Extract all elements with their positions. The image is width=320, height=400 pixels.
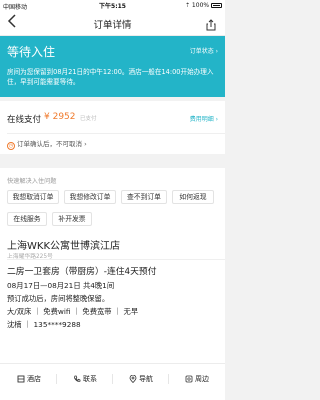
hotel-card: 上海WKK公寓世博滨江店 上海耀华路225号 二房一卫套房（带厨房）-连住4天预… <box>0 229 225 379</box>
guest-contact: 沈楠 ｜ 135****9288 <box>7 320 81 329</box>
cashback-help-button[interactable]: 如何返现 <box>172 190 214 204</box>
modify-order-button[interactable]: 我想修改订单 <box>64 190 116 204</box>
online-service-button[interactable]: 在线服务 <box>7 212 47 226</box>
map-icon <box>185 375 193 383</box>
contact-action-label: 联系 <box>83 375 97 383</box>
paid-badge: 已支付 <box>80 116 97 122</box>
page-title: 订单详情 <box>93 20 132 31</box>
divider <box>7 133 225 134</box>
divider <box>56 374 57 384</box>
phone-icon <box>74 375 81 382</box>
clock-icon: ◷ <box>7 142 15 150</box>
nav-bar: 订单详情 <box>0 10 225 36</box>
battery-indicator: ⇡ 100% <box>185 2 222 9</box>
cancel-policy-text: 订单确认后，不可取消 › <box>17 140 87 148</box>
order-status-title: 等待入住 <box>7 45 56 59</box>
order-status-description: 房间为您保留到08月21日的中午12:00。酒店一般在14:00开始办理入住，早… <box>7 68 214 86</box>
payment-label: 在线支付 <box>7 115 42 125</box>
reservation-note: 预订成功后，房间将整晚保留。 <box>7 294 110 303</box>
hotel-action-button[interactable]: 酒店 <box>4 372 54 386</box>
order-not-found-button[interactable]: 查不到订单 <box>121 190 167 204</box>
hotel-action-label: 酒店 <box>27 375 41 383</box>
battery-icon <box>211 3 222 8</box>
room-amenities: 大/双床 ｜ 免费wifi ｜ 免费宽带 ｜ 无早 <box>7 307 139 316</box>
bottom-action-bar: 酒店 联系 导航 周边 <box>0 363 225 400</box>
cancel-policy-link[interactable]: ◷ 订单确认后，不可取消 › <box>7 138 87 150</box>
nearby-action-button[interactable]: 周边 <box>172 372 222 386</box>
status-bar: 中国移动 下午5:15 ⇡ 100% <box>0 0 225 11</box>
quick-help-heading: 快速解决入住问题 <box>7 178 57 185</box>
cancel-order-button[interactable]: 我想取消订单 <box>7 190 59 204</box>
payment-card: 在线支付 ¥ 2952 已支付 费用明细 › ◷ 订单确认后，不可取消 › <box>0 101 225 154</box>
order-status-link[interactable]: 订单状态 › <box>190 46 218 55</box>
contact-action-button[interactable]: 联系 <box>60 372 110 386</box>
share-icon[interactable] <box>205 16 217 31</box>
nearby-action-label: 周边 <box>195 375 209 383</box>
battery-text: ⇡ 100% <box>185 2 211 9</box>
navigation-action-label: 导航 <box>139 375 153 383</box>
divider <box>168 374 169 384</box>
room-type: 二房一卫套房（带厨房）-连住4天预付 <box>7 267 157 277</box>
hotel-name[interactable]: 上海WKK公寓世博滨江店 <box>7 237 120 252</box>
order-status-banner: 等待入住 订单状态 › 房间为您保留到08月21日的中午12:00。酒店一般在1… <box>0 36 225 97</box>
payment-amount: ¥ 2952 <box>44 112 76 122</box>
navigation-action-button[interactable]: 导航 <box>116 372 166 386</box>
location-pin-icon <box>129 375 137 383</box>
divider <box>7 259 225 260</box>
divider <box>112 374 113 384</box>
fee-detail-link[interactable]: 费用明细 › <box>190 114 218 123</box>
hotel-icon <box>17 375 25 383</box>
stay-dates: 08月17日—08月21日 共4晚1间 <box>7 281 115 290</box>
invoice-button[interactable]: 补开发票 <box>52 212 92 226</box>
